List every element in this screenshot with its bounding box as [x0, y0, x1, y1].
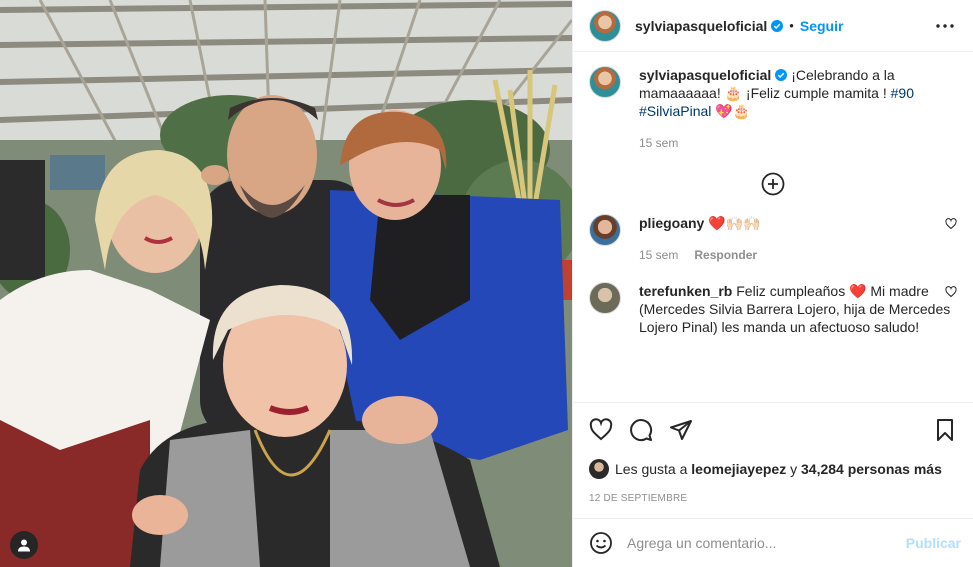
- caption-emoji: 💖🎂: [715, 103, 751, 119]
- comment-body: pliegoany ❤️🙌🏻🙌🏻 15 sem Responder: [639, 214, 957, 264]
- follow-button[interactable]: Seguir: [800, 18, 844, 34]
- user-tag-button[interactable]: [10, 531, 38, 559]
- hashtag-90[interactable]: #90: [891, 85, 914, 101]
- bookmark-icon[interactable]: [933, 418, 957, 442]
- commenter-avatar[interactable]: [589, 282, 621, 314]
- comment-meta: 15 sem Responder: [639, 246, 957, 264]
- likes-summary: Les gusta a leomejiayepez y 34,284 perso…: [589, 459, 957, 479]
- comment-like-heart-icon[interactable]: [945, 286, 957, 298]
- post-photo[interactable]: [0, 0, 572, 567]
- likes-prefix: Les gusta a: [615, 461, 688, 477]
- author-avatar[interactable]: [589, 9, 621, 42]
- likes-middle: y: [790, 461, 798, 477]
- caption-time[interactable]: 15 sem: [639, 134, 678, 152]
- add-comment-bar: Publicar: [573, 518, 973, 567]
- caption-body: sylviapasqueloficial ¡Celebrando a la ma…: [639, 66, 957, 152]
- liker-username[interactable]: leomejiayepez: [691, 461, 786, 477]
- separator-dot: •: [789, 18, 794, 33]
- caption-author-avatar[interactable]: [589, 66, 621, 98]
- comment-icon[interactable]: [629, 418, 653, 442]
- comment-body: terefunken_rb Feliz cumpleaños ❤️ Mi mad…: [639, 282, 957, 336]
- verified-badge-icon: [771, 19, 784, 32]
- post-actions: Les gusta a leomejiayepez y 34,284 perso…: [573, 402, 973, 504]
- instagram-post-view: sylviapasqueloficial • Seguir sylviapasq…: [0, 0, 973, 567]
- author-username[interactable]: sylviapasqueloficial: [635, 18, 767, 34]
- verified-badge-icon: [775, 69, 788, 81]
- commenter-username[interactable]: pliegoany: [639, 215, 704, 231]
- caption: sylviapasqueloficial ¡Celebrando a la ma…: [589, 66, 957, 152]
- post-header: sylviapasqueloficial • Seguir: [573, 0, 973, 52]
- post-side-panel: sylviapasqueloficial • Seguir sylviapasq…: [572, 0, 973, 567]
- hashtag-silviapinal[interactable]: #SilviaPinal: [639, 103, 711, 119]
- caption-author[interactable]: sylviapasqueloficial: [639, 67, 771, 83]
- post-date[interactable]: 12 DE SEPTIEMBRE: [589, 493, 957, 504]
- comment-item: pliegoany ❤️🙌🏻🙌🏻 15 sem Responder: [589, 214, 957, 264]
- reply-button[interactable]: Responder: [694, 246, 757, 264]
- caption-meta: 15 sem: [639, 134, 957, 152]
- user-tag-icon: [18, 539, 30, 552]
- publish-button[interactable]: Publicar: [906, 535, 961, 551]
- likes-count[interactable]: 34,284 personas más: [801, 461, 942, 477]
- liker-avatar[interactable]: [589, 459, 609, 479]
- comment-time[interactable]: 15 sem: [639, 246, 678, 264]
- comment-text: ❤️🙌🏻🙌🏻: [708, 215, 761, 231]
- paper-plane-icon[interactable]: [669, 418, 693, 442]
- emoji-icon[interactable]: [589, 531, 613, 555]
- heart-icon[interactable]: [589, 418, 613, 442]
- commenter-username[interactable]: terefunken_rb: [639, 283, 732, 299]
- comment-input[interactable]: [627, 535, 906, 551]
- comment-like-heart-icon[interactable]: [945, 218, 957, 230]
- comment-item: terefunken_rb Feliz cumpleaños ❤️ Mi mad…: [589, 282, 957, 336]
- more-options-button[interactable]: [933, 14, 957, 38]
- load-more-comments-button[interactable]: [589, 172, 957, 196]
- comments-section: sylviapasqueloficial ¡Celebrando a la ma…: [573, 52, 973, 402]
- commenter-avatar[interactable]: [589, 214, 621, 246]
- people-illustration: [0, 70, 572, 567]
- more-options-icon: [936, 23, 954, 28]
- plus-circle-icon: [761, 172, 785, 196]
- action-bar: [589, 417, 957, 443]
